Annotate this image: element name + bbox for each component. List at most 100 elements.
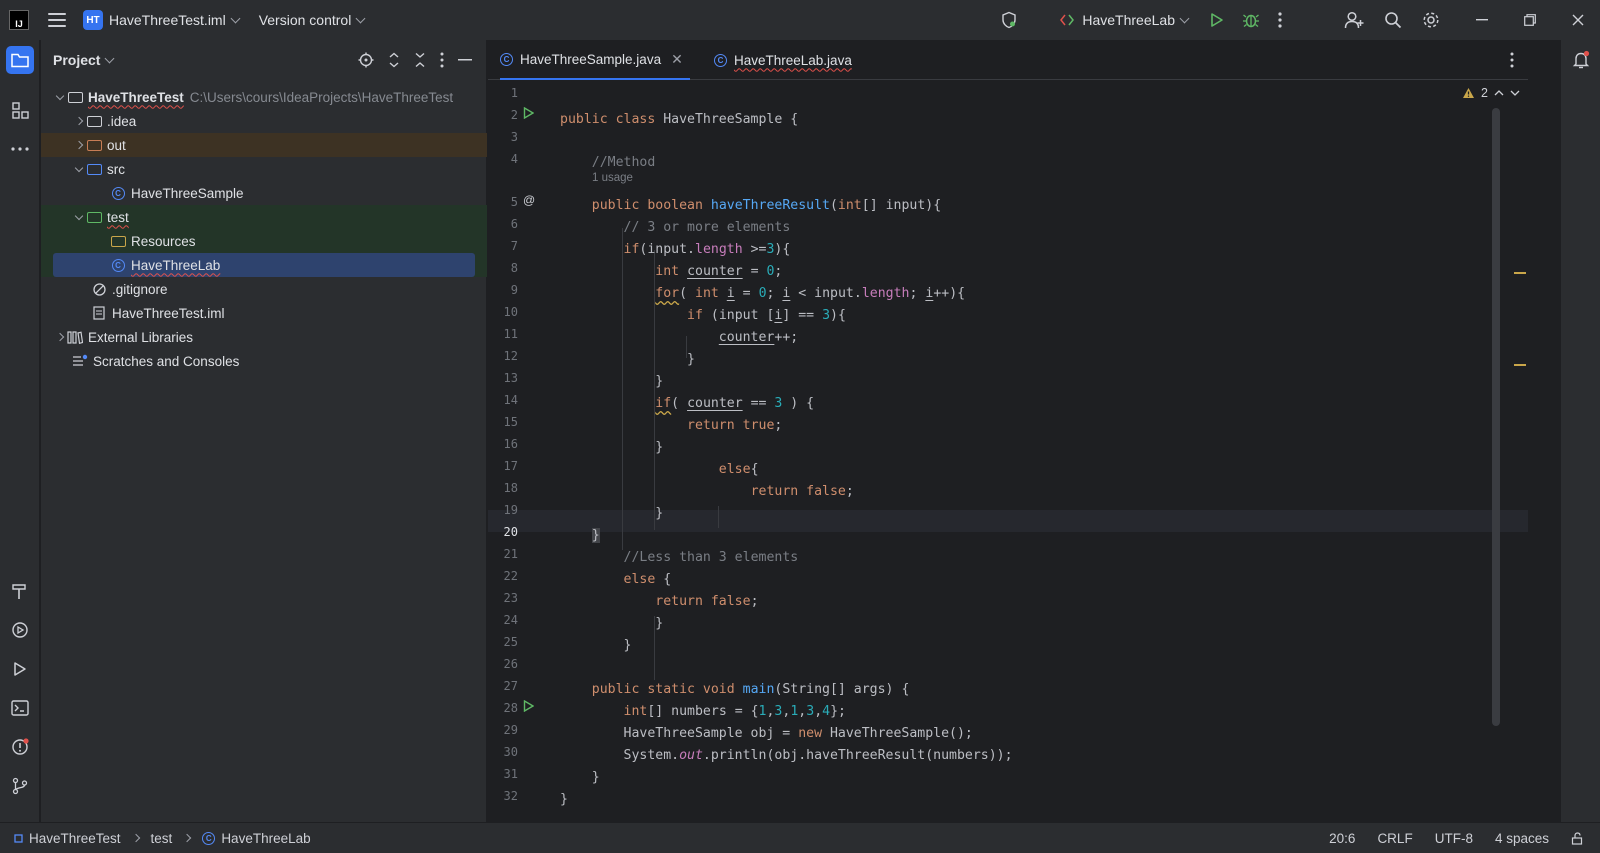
line-number: 32 (503, 789, 518, 803)
search-icon[interactable] (1384, 11, 1402, 29)
line-number: 22 (503, 569, 518, 583)
notifications-icon[interactable] (1572, 50, 1590, 70)
breadcrumb: HaveThreeTest test C HaveThreeLab (14, 831, 311, 846)
left-tool-strip (0, 40, 40, 822)
locate-file-icon[interactable] (358, 52, 374, 68)
settings-gear-icon[interactable] (1422, 11, 1440, 29)
git-tool-button[interactable] (6, 772, 34, 800)
services-tool-button[interactable] (6, 616, 34, 644)
project-view-title[interactable]: Project (53, 52, 100, 68)
options-icon[interactable] (440, 52, 444, 68)
tree-item-resources[interactable]: Resources (41, 229, 487, 253)
tree-item-idea[interactable]: .idea (41, 109, 487, 133)
tree-item-src[interactable]: src (41, 157, 487, 181)
tree-label: src (107, 161, 125, 177)
terminal-tool-button[interactable] (6, 694, 34, 722)
line-number-current: 20 (503, 525, 518, 539)
tree-item-havethreesample[interactable]: C HaveThreeSample (41, 181, 487, 205)
add-user-icon[interactable] (1344, 11, 1364, 29)
warning-marker[interactable] (1514, 272, 1526, 274)
terminal-icon (11, 700, 29, 716)
tree-item-test[interactable]: test (41, 205, 487, 229)
close-window-icon[interactable] (1572, 14, 1584, 26)
next-highlight-icon[interactable] (1510, 90, 1520, 96)
run-class-gutter-icon[interactable] (523, 107, 534, 119)
run-main-gutter-icon[interactable] (523, 700, 534, 712)
line-number: 15 (503, 415, 518, 429)
implementation-gutter-icon[interactable]: @ (523, 193, 535, 207)
code-line: if (input [i] == 3){ (687, 308, 846, 323)
chevron-right-icon (183, 833, 192, 843)
line-number: 26 (503, 657, 518, 671)
chevron-right-icon[interactable] (74, 140, 84, 150)
caret-position[interactable]: 20:6 (1329, 831, 1355, 846)
chevron-down-icon[interactable] (74, 211, 84, 220)
run-tool-button[interactable] (6, 655, 34, 683)
chevron-down-icon[interactable] (105, 53, 115, 63)
chevron-down-icon[interactable] (1179, 13, 1190, 23)
line-number: 24 (503, 613, 518, 627)
code-line: return true; (687, 418, 783, 433)
tab-havethreelab[interactable]: C HaveThreeLab.java (714, 40, 852, 80)
collapse-all-icon[interactable] (414, 52, 426, 68)
line-separator[interactable]: CRLF (1377, 831, 1412, 846)
usage-hint[interactable]: 1 usage (592, 172, 633, 184)
project-switcher[interactable]: HT HaveThreeTest.iml (83, 10, 241, 30)
line-number: 19 (503, 503, 518, 517)
line-number: 13 (503, 371, 518, 385)
java-class-icon: C (111, 186, 125, 200)
warning-marker[interactable] (1514, 364, 1526, 366)
more-actions-icon[interactable] (1278, 12, 1282, 28)
problems-tool-button[interactable] (6, 733, 34, 761)
module-file-icon (93, 306, 105, 320)
tree-label: out (107, 137, 126, 153)
tree-item-havethreelab[interactable]: C HaveThreeLab (53, 253, 475, 277)
breadcrumb-item[interactable]: HaveThreeTest (29, 831, 121, 846)
indent-setting[interactable]: 4 spaces (1495, 831, 1549, 846)
read-only-lock-icon[interactable] (1571, 832, 1584, 845)
hide-panel-icon[interactable] (458, 59, 472, 61)
tree-item-external-libraries[interactable]: External Libraries (41, 325, 487, 349)
chevron-right-icon[interactable] (74, 116, 84, 126)
tab-label: HaveThreeSample.java (520, 51, 662, 67)
tab-options-icon[interactable] (1510, 52, 1514, 68)
run-config-selector[interactable]: HaveThreeLab (1082, 12, 1175, 28)
run-icon[interactable] (1210, 12, 1224, 28)
main-menu-button[interactable] (48, 13, 66, 27)
debug-icon[interactable] (1242, 11, 1260, 29)
tab-havethreesample[interactable]: C HaveThreeSample.java ✕ (500, 40, 690, 80)
build-tool-button[interactable] (6, 577, 34, 605)
test-folder-icon (86, 211, 102, 223)
structure-tool-button[interactable] (6, 96, 34, 124)
vcs-label: Version control (258, 12, 352, 28)
breadcrumb-item[interactable]: test (151, 831, 173, 846)
code-editor: C HaveThreeSample.java ✕ C HaveThreeLab.… (488, 40, 1528, 807)
tree-item-scratches[interactable]: Scratches and Consoles (41, 349, 487, 373)
line-number: 28 (503, 701, 518, 715)
chevron-right-icon[interactable] (55, 332, 65, 342)
minimize-window-icon[interactable] (1476, 19, 1488, 21)
code-area[interactable]: public class HaveThreeSample { //Method … (560, 80, 1500, 807)
chevron-down-icon[interactable] (55, 91, 65, 100)
tree-root-havethreetest[interactable]: HaveThreeTest C:\Users\cours\IdeaProject… (41, 85, 487, 109)
tree-item-gitignore[interactable]: .gitignore (41, 277, 487, 301)
tree-label: HaveThreeLab (131, 257, 221, 273)
code-with-me-icon[interactable] (1000, 11, 1018, 29)
restore-window-icon[interactable] (1524, 14, 1536, 26)
editor-scrollbar[interactable] (1492, 108, 1500, 726)
version-control-menu[interactable]: Version control (258, 12, 366, 28)
close-tab-icon[interactable]: ✕ (671, 51, 683, 68)
more-tool-windows-button[interactable] (6, 135, 34, 163)
chevron-down-icon[interactable] (74, 163, 84, 172)
breadcrumb-item[interactable]: HaveThreeLab (221, 831, 310, 846)
resources-folder-icon (110, 235, 126, 247)
expand-all-icon[interactable] (388, 52, 400, 68)
tree-path: C:\Users\cours\IdeaProjects\HaveThreeTes… (189, 89, 454, 105)
file-encoding[interactable]: UTF-8 (1435, 831, 1473, 846)
project-tool-button[interactable] (6, 46, 34, 74)
line-number: 21 (503, 547, 518, 561)
tree-item-out[interactable]: out (41, 133, 487, 157)
tree-label: .gitignore (112, 281, 168, 297)
tree-item-iml[interactable]: HaveThreeTest.iml (41, 301, 487, 325)
code-line: HaveThreeSample obj = new HaveThreeSampl… (560, 726, 973, 741)
